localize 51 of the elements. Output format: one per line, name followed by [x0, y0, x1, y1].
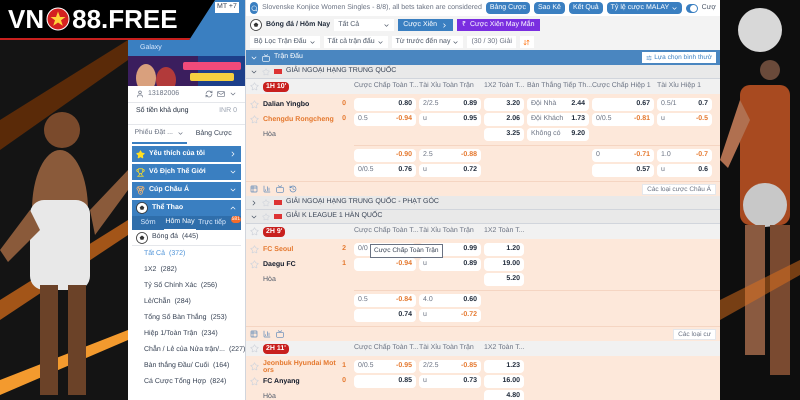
flag-icon — [274, 69, 282, 74]
table-icon[interactable] — [250, 185, 258, 193]
chevron-down-icon — [671, 4, 678, 12]
toggle-switch[interactable] — [686, 4, 698, 12]
tv-icon[interactable] — [276, 185, 284, 193]
chevron-down-icon — [376, 38, 384, 46]
table-icon[interactable] — [250, 330, 258, 338]
chart-icon[interactable] — [263, 330, 271, 338]
chevron-right-icon — [250, 198, 258, 206]
soccer-ball-icon — [136, 232, 148, 244]
sliders-icon — [646, 54, 652, 60]
chevron-down-icon — [229, 186, 237, 194]
chevron-down-icon — [308, 38, 316, 46]
history-icon[interactable] — [289, 185, 297, 193]
live-icon — [262, 54, 270, 62]
soccer-ball-icon — [250, 19, 262, 31]
tv-icon[interactable] — [276, 330, 284, 338]
star-icon — [136, 150, 145, 158]
flag-icon — [274, 214, 282, 219]
search-button[interactable] — [250, 2, 258, 14]
star-icon[interactable] — [250, 82, 259, 91]
chevron-down-icon — [452, 38, 460, 46]
refresh-icon[interactable] — [205, 90, 213, 98]
chevron-up-icon — [229, 204, 237, 212]
star-icon[interactable] — [250, 260, 259, 269]
mail-icon[interactable] — [217, 90, 225, 98]
chevron-down-icon — [229, 168, 237, 176]
sort-button[interactable] — [520, 36, 534, 48]
star-icon[interactable] — [250, 227, 259, 236]
star-icon[interactable] — [250, 115, 259, 124]
sort-icon — [523, 38, 530, 46]
chevron-down-icon — [383, 22, 390, 28]
star-icon[interactable] — [250, 100, 259, 109]
star-icon[interactable] — [250, 377, 259, 386]
user-icon — [136, 90, 144, 98]
chevron-down-icon — [177, 130, 184, 137]
chevron-right-icon — [440, 22, 448, 28]
flag-icon — [274, 200, 282, 205]
trophy-icon — [136, 168, 145, 176]
chevron-down-icon[interactable] — [229, 90, 237, 98]
star-icon[interactable] — [250, 362, 259, 371]
chart-icon[interactable] — [263, 185, 271, 193]
chevron-right-icon — [229, 150, 237, 158]
star-icon — [262, 212, 270, 220]
medal-icon — [136, 186, 145, 194]
soccer-ball-icon — [136, 202, 148, 214]
star-icon — [262, 198, 270, 206]
star-icon[interactable] — [250, 245, 259, 254]
star-icon[interactable] — [250, 344, 259, 353]
search-icon — [250, 4, 258, 12]
star-icon — [262, 68, 270, 76]
